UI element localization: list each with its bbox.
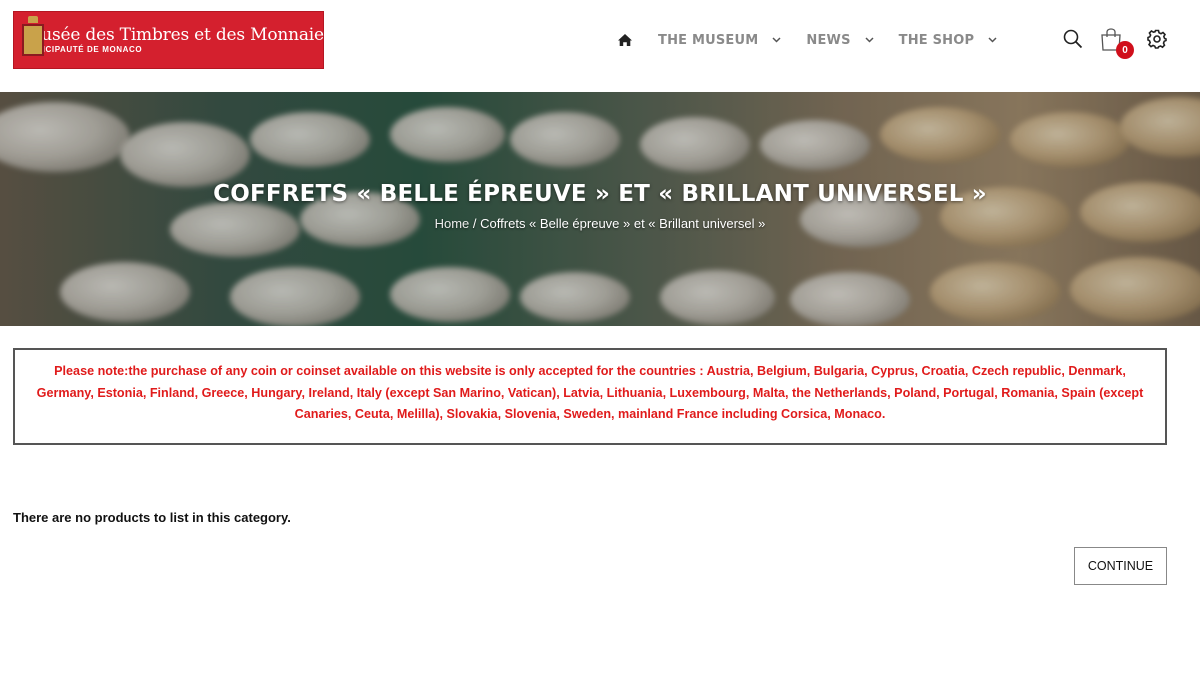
nav-item-label: NEWS <box>806 32 851 48</box>
nav-item-the-shop[interactable]: THE SHOP <box>899 33 999 48</box>
main-nav: THE MUSEUM NEWS THE SHOP <box>614 30 1022 50</box>
hero-banner: COFFRETS « BELLE ÉPREUVE » ET « BRILLANT… <box>0 92 1200 326</box>
cart-button[interactable]: 0 <box>1098 26 1134 59</box>
site-header: Musée des Timbres et des Monnaies PRINCI… <box>0 0 1200 92</box>
shipping-notice-text: Please note:the purchase of any coin or … <box>36 364 1144 421</box>
nav-item-news[interactable]: NEWS <box>806 33 874 48</box>
logo-subtitle: PRINCIPAUTÉ DE MONACO <box>24 45 143 54</box>
nav-item-label: THE MUSEUM <box>658 32 759 48</box>
continue-button[interactable]: CONTINUE <box>1074 547 1167 585</box>
cart-count-badge: 0 <box>1116 41 1134 59</box>
chevron-down-icon <box>865 35 875 45</box>
search-icon[interactable] <box>1062 28 1084 55</box>
chevron-down-icon <box>988 35 998 45</box>
empty-category-message: There are no products to list in this ca… <box>13 510 291 525</box>
logo-title: Musée des Timbres et des Monnaies <box>24 25 333 45</box>
breadcrumb-separator: / <box>472 216 477 231</box>
gear-icon[interactable] <box>1146 28 1168 55</box>
breadcrumb-home-link[interactable]: Home <box>435 216 470 231</box>
shipping-notice-box: Please note:the purchase of any coin or … <box>13 348 1167 445</box>
logo-text: Musée des Timbres et des Monnaies PRINCI… <box>24 25 333 55</box>
breadcrumb-current: Coffrets « Belle épreuve » et « Brillant… <box>480 216 766 231</box>
home-icon[interactable] <box>614 30 636 50</box>
page-title: COFFRETS « BELLE ÉPREUVE » ET « BRILLANT… <box>213 181 987 207</box>
site-logo[interactable]: Musée des Timbres et des Monnaies PRINCI… <box>13 11 333 69</box>
nav-item-the-museum[interactable]: THE MUSEUM <box>658 33 782 48</box>
chevron-down-icon <box>772 35 782 45</box>
breadcrumb: Home / Coffrets « Belle épreuve » et « B… <box>0 216 1200 231</box>
nav-item-label: THE SHOP <box>898 32 975 48</box>
